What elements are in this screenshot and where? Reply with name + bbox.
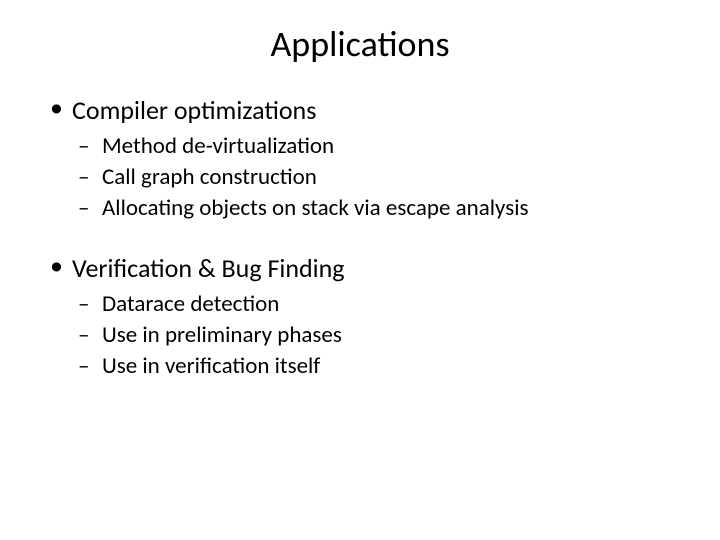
slide: Applications Compiler optimizations Meth…: [0, 22, 720, 540]
bullet-level2: Use in preliminary phases: [78, 321, 680, 350]
bullet-level2: Datarace detection: [78, 290, 680, 319]
slide-content: Compiler optimizations Method de-virtual…: [0, 94, 720, 381]
bullet-level1: Compiler optimizations: [50, 94, 680, 126]
bullet-level2: Allocating objects on stack via escape a…: [78, 194, 680, 223]
bullet-group: Verification & Bug Finding Datarace dete…: [50, 252, 680, 380]
slide-title: Applications: [0, 22, 720, 66]
bullet-level2: Method de-virtualization: [78, 132, 680, 161]
bullet-level2: Call graph construction: [78, 163, 680, 192]
bullet-group: Compiler optimizations Method de-virtual…: [50, 94, 680, 222]
bullet-level2: Use in verification itself: [78, 352, 680, 381]
bullet-level1: Verification & Bug Finding: [50, 252, 680, 284]
